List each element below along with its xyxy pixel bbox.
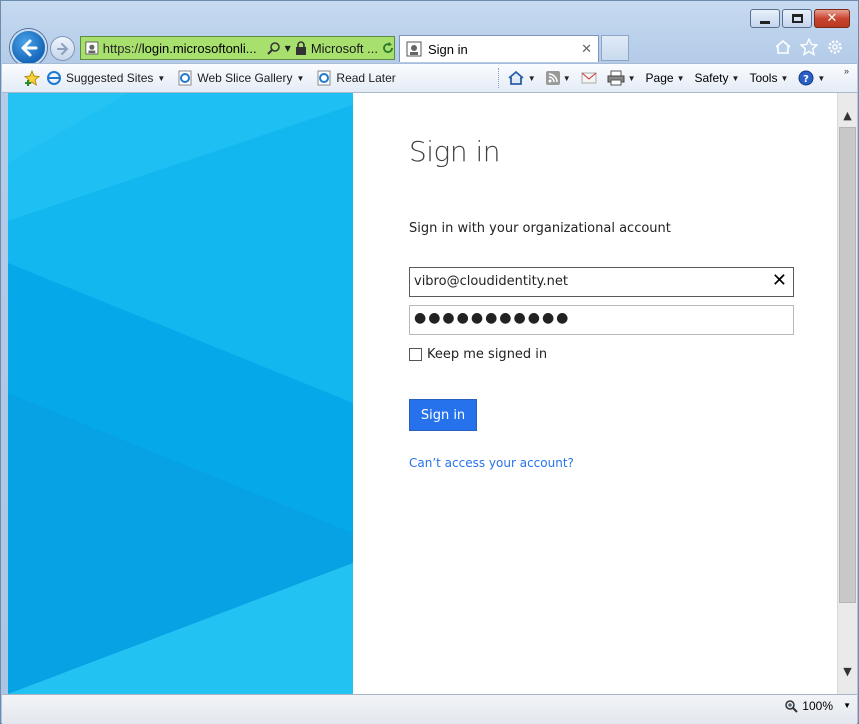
email-field[interactable]: vibro@cloudidentity.net ✕: [409, 267, 794, 297]
minimize-icon: [760, 20, 770, 24]
favorites-star-icon[interactable]: [800, 38, 818, 56]
chevron-down-icon: ▼: [296, 73, 305, 83]
site-favicon-icon: [85, 41, 99, 55]
restore-icon: [791, 14, 803, 23]
cant-access-account-link[interactable]: Can’t access your account?: [409, 456, 574, 470]
page-content: Sign in Sign in with your organizational…: [8, 93, 837, 694]
password-field[interactable]: ●●●●●●●●●●●: [409, 305, 794, 335]
clear-input-icon[interactable]: ✕: [772, 272, 787, 290]
zoom-control[interactable]: 100% ▼: [784, 699, 851, 713]
read-mail-button[interactable]: [581, 72, 597, 84]
home-icon: [508, 70, 524, 85]
chevron-down-icon: ▼: [676, 73, 685, 83]
lock-icon[interactable]: [295, 41, 307, 55]
fav-web-slice-gallery[interactable]: Web Slice Gallery ▼: [177, 70, 304, 86]
maximize-button[interactable]: [782, 9, 812, 28]
window-caption-buttons: ✕: [750, 9, 850, 28]
zoom-level: 100%: [802, 699, 833, 713]
page-menu[interactable]: Page ▼: [646, 71, 685, 85]
tab-sign-in[interactable]: Sign in ✕: [399, 35, 599, 62]
fav-label: Web Slice Gallery: [197, 71, 293, 85]
url-domain: login.microsoftonli...: [141, 40, 257, 56]
status-bar: 100% ▼: [2, 694, 857, 724]
keep-signed-in-row[interactable]: Keep me signed in: [409, 347, 547, 362]
keep-signed-in-checkbox[interactable]: [409, 348, 422, 361]
chevron-down-icon: ▼: [627, 73, 636, 83]
decorative-panel: [8, 93, 353, 694]
home-icon[interactable]: [774, 39, 792, 55]
back-arrow-icon: [21, 39, 37, 56]
home-button[interactable]: ▼: [507, 70, 536, 86]
decorative-shapes: [8, 93, 353, 694]
print-icon: [607, 70, 625, 86]
svg-text:?: ?: [803, 74, 809, 85]
chevron-down-icon: ▼: [157, 73, 166, 83]
tab-title: Sign in: [428, 41, 468, 57]
chevron-down-icon: ▼: [562, 73, 571, 83]
chevron-down-icon: ▼: [527, 73, 536, 83]
address-url: https://login.microsoftonli...: [103, 41, 257, 56]
command-bar: Suggested Sites ▼ Web Slice Gallery ▼ Re…: [2, 63, 857, 93]
minimize-button[interactable]: [750, 9, 780, 28]
fav-label: Suggested Sites: [66, 71, 154, 85]
browser-window: ✕ https://login.microsoftonli... ▼ Micro…: [0, 0, 859, 724]
toolbar-separator: [497, 68, 499, 88]
help-icon: ?: [798, 70, 814, 86]
address-dropdown-icon[interactable]: ▼: [285, 44, 291, 53]
ie-page-icon: [317, 70, 331, 86]
tools-menu-label: Tools: [749, 71, 778, 85]
browser-right-icons: [774, 38, 844, 56]
chevron-down-icon: ▼: [780, 73, 789, 83]
forward-button[interactable]: [50, 36, 75, 61]
mail-icon: [581, 72, 597, 84]
address-bar[interactable]: https://login.microsoftonli... ▼ Microso…: [80, 36, 395, 60]
site-identity[interactable]: Microsoft ...: [311, 41, 378, 56]
fav-suggested-sites[interactable]: Suggested Sites ▼: [46, 70, 165, 86]
back-button[interactable]: [10, 29, 47, 66]
new-tab-button[interactable]: [601, 35, 629, 61]
tools-menu[interactable]: Tools ▼: [749, 71, 788, 85]
close-window-button[interactable]: ✕: [814, 9, 850, 28]
tab-favicon-icon: [406, 41, 422, 57]
safety-menu-label: Safety: [694, 71, 729, 85]
signin-form: Sign in Sign in with your organizational…: [353, 93, 837, 694]
keep-signed-in-label[interactable]: Keep me signed in: [427, 347, 547, 362]
page-title: Sign in: [409, 135, 501, 168]
chevron-down-icon: ▼: [731, 73, 740, 83]
forward-arrow-icon: [56, 42, 68, 55]
fav-read-later[interactable]: Read Later: [316, 70, 396, 86]
ie-page-icon: [47, 71, 61, 85]
rss-icon: [545, 71, 560, 85]
url-prefix: https://: [102, 40, 142, 56]
password-value: ●●●●●●●●●●●: [414, 310, 571, 326]
close-tab-icon[interactable]: ✕: [581, 42, 592, 57]
ie-page-icon: [178, 70, 192, 86]
fav-label: Read Later: [336, 71, 396, 85]
feeds-button[interactable]: ▼: [545, 71, 571, 85]
settings-gear-icon[interactable]: [826, 38, 844, 56]
search-icon[interactable]: [266, 41, 281, 55]
signin-subtitle: Sign in with your organizational account: [409, 221, 671, 236]
scrollbar-thumb[interactable]: [839, 127, 856, 603]
zoom-icon: [785, 700, 799, 713]
vertical-scrollbar[interactable]: ▲ ▼: [837, 93, 857, 694]
chevron-down-icon: ▼: [817, 73, 826, 83]
sign-in-button[interactable]: Sign in: [409, 399, 477, 431]
page-menu-label: Page: [645, 71, 674, 85]
safety-menu[interactable]: Safety ▼: [695, 71, 740, 85]
favorites-add-icon[interactable]: [24, 70, 40, 86]
address-tools: ▼ Microsoft ...: [266, 41, 394, 56]
chevron-expand-icon[interactable]: »: [844, 66, 849, 76]
help-menu[interactable]: ? ▼: [798, 70, 825, 86]
scroll-up-icon[interactable]: ▲: [838, 105, 857, 125]
scroll-down-icon[interactable]: ▼: [838, 661, 857, 681]
refresh-icon[interactable]: [382, 42, 394, 54]
email-value: vibro@cloudidentity.net: [414, 274, 568, 289]
chevron-down-icon[interactable]: ▼: [843, 701, 851, 710]
close-icon: ✕: [826, 11, 838, 26]
print-button[interactable]: ▼: [607, 70, 636, 86]
